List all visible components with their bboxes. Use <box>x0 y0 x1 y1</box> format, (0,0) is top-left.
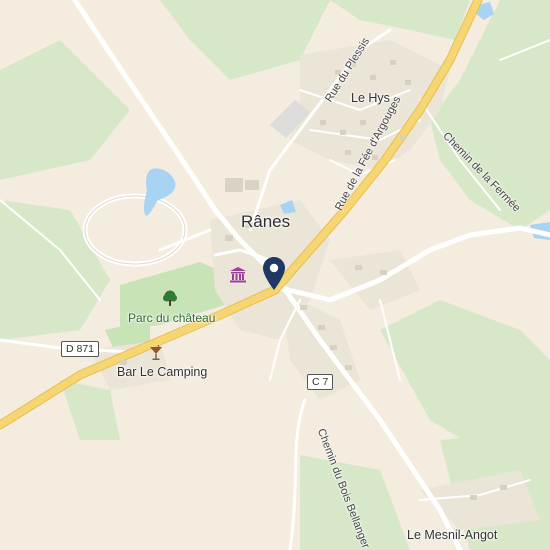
map-view[interactable]: Rânes Le Hys Le Mesnil-Angot Bar Le Camp… <box>0 0 550 550</box>
tree-icon[interactable] <box>162 290 178 308</box>
location-pin-icon[interactable] <box>262 256 286 292</box>
route-shield-c7: C 7 <box>307 374 334 390</box>
poi-label-parc: Parc du château <box>128 311 216 325</box>
museum-icon[interactable] <box>229 266 247 284</box>
town-label-ranes: Rânes <box>241 212 291 231</box>
place-label-le-mesnil-angot: Le Mesnil-Angot <box>407 528 498 542</box>
poi-label-bar: Bar Le Camping <box>117 365 208 379</box>
cocktail-icon[interactable] <box>149 345 163 361</box>
place-label-le-hys: Le Hys <box>351 91 390 105</box>
route-shield-d871: D 871 <box>61 341 100 357</box>
